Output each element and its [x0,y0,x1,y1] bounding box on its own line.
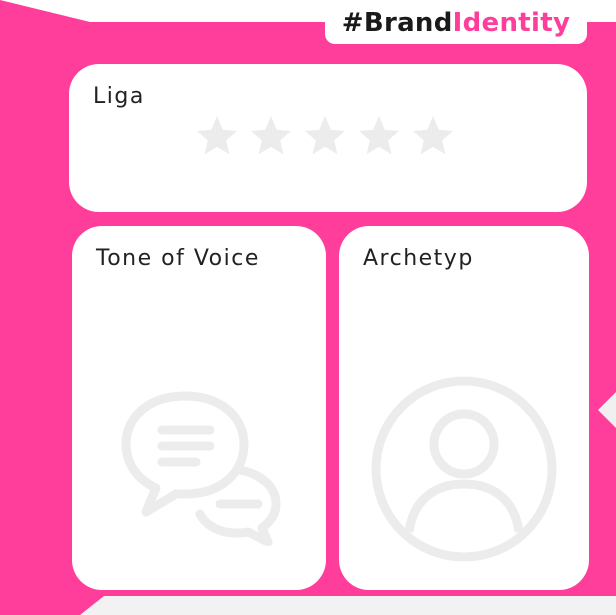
liga-card: Liga [69,64,587,212]
star-icon[interactable] [355,112,403,160]
chat-bubbles-icon [121,391,281,546]
star-rating[interactable] [193,112,457,160]
tone-of-voice-title: Tone of Voice [96,246,260,271]
star-icon[interactable] [193,112,241,160]
star-icon[interactable] [247,112,295,160]
brand-tag-part1: #Brand [341,8,453,38]
archetyp-title: Archetyp [363,246,474,271]
user-avatar-icon [371,376,557,562]
star-icon[interactable] [409,112,457,160]
tone-of-voice-card: Tone of Voice [72,226,326,590]
star-icon[interactable] [301,112,349,160]
brand-identity-tag: #Brand Identity [325,2,587,44]
bottom-cut [80,596,616,615]
archetyp-card: Archetyp [339,226,589,590]
liga-title: Liga [93,84,145,109]
brand-tag-part2: Identity [452,8,571,38]
